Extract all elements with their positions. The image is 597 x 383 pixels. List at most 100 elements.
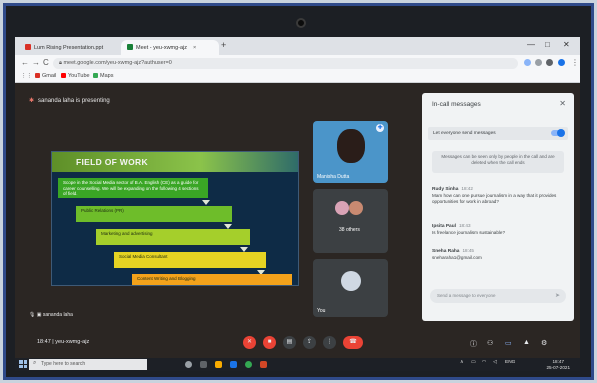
meet-favicon-icon: [127, 44, 133, 50]
edge-icon[interactable]: [230, 361, 237, 368]
message-time: 18:42: [461, 186, 473, 191]
new-tab-button[interactable]: +: [221, 40, 226, 50]
bookmark-gmail[interactable]: Gmail: [35, 73, 56, 79]
apps-icon[interactable]: ⋮⋮: [21, 73, 32, 79]
tab-label: Lum Rising Presentation.ppt: [34, 45, 104, 51]
bookmark-maps[interactable]: Maps: [93, 73, 113, 79]
people-icon[interactable]: ⚇: [487, 339, 493, 347]
participant-tile-pinned[interactable]: ✚ Manisha Dutta: [313, 121, 388, 183]
tab-meet[interactable]: Meet - yeu-xwmg-ajz ×: [121, 40, 219, 55]
volume-icon[interactable]: ◁: [493, 360, 497, 365]
mic-icon[interactable]: 🎙︎: [29, 312, 35, 318]
chrome-icon[interactable]: [245, 361, 252, 368]
avatar: [335, 201, 349, 215]
present-button[interactable]: ⇪: [303, 336, 316, 349]
panel-title: In-call messages: [432, 101, 481, 108]
slide-step: Public Relations (PR): [76, 206, 232, 222]
minimize-button[interactable]: —: [527, 40, 535, 49]
taskbar-search[interactable]: ⌕ Type here to search: [29, 359, 147, 370]
send-icon[interactable]: ➤: [555, 292, 560, 299]
tab-presentation[interactable]: Lum Rising Presentation.ppt: [19, 40, 121, 55]
file-explorer-icon[interactable]: [215, 361, 222, 368]
bookmark-label: YouTube: [68, 73, 90, 79]
participant-name: Manisha Dutta: [317, 174, 350, 180]
youtube-icon: [61, 73, 66, 78]
slide-step: Content Writing and Blogging: [132, 274, 292, 285]
maps-icon: [93, 73, 98, 78]
mic-off-button[interactable]: ✕: [243, 336, 256, 349]
chat-input[interactable]: Send a message to everyone ➤: [430, 289, 566, 303]
slides-favicon-icon: [25, 44, 31, 50]
back-button[interactable]: ←: [21, 58, 29, 67]
messages-toggle[interactable]: [551, 129, 565, 137]
menu-icon[interactable]: ⋮: [571, 58, 579, 67]
laptop-screen: Lum Rising Presentation.ppt Meet - yeu-x…: [15, 37, 580, 371]
slide-step: Social Media Consultant: [114, 252, 266, 268]
activities-icon[interactable]: ▲: [523, 339, 530, 346]
captions-button[interactable]: ▤: [283, 336, 296, 349]
search-placeholder: Type here to search: [41, 361, 86, 367]
chat-message: Ipsita Paul 18:43 Is freelance journalism…: [432, 223, 564, 236]
pin-icon[interactable]: ✚: [376, 124, 384, 132]
star-icon[interactable]: [535, 59, 542, 66]
slide-step: Scope in the Social Media sector of B.A.…: [58, 178, 208, 198]
close-window-button[interactable]: ✕: [563, 40, 570, 49]
cortana-icon[interactable]: [185, 361, 192, 368]
end-call-button[interactable]: ☎: [343, 336, 363, 349]
message-sender: Sneha Raha: [432, 249, 460, 254]
language-indicator[interactable]: ENG: [505, 360, 515, 365]
chat-icon[interactable]: ▭: [505, 339, 512, 347]
meeting-info: 18:47 | yeu-xwmg-ajz: [37, 339, 90, 345]
in-call-messages-panel: In-call messages ✕ Let everyone send mes…: [422, 93, 574, 321]
self-avatar: [341, 271, 361, 291]
info-icon[interactable]: ⓘ: [470, 339, 477, 349]
slide-title: FIELD OF WORK: [76, 157, 148, 167]
self-tile-label: You: [317, 308, 326, 314]
powerpoint-icon[interactable]: [260, 361, 267, 368]
message-text: Is freelance journalism sustainable?: [432, 230, 506, 235]
webcam: [296, 18, 306, 28]
participant-tile-self[interactable]: You: [313, 259, 388, 317]
chat-message: Sneha Raha 18:45 sneharaha1@gmail.com: [432, 248, 564, 261]
url-text: meet.google.com/yeu-xwmg-ajz?authuser=0: [63, 60, 172, 66]
meet-stage: ✱ sananda laha is presenting FIELD OF WOR…: [15, 83, 580, 371]
avatar: [349, 201, 363, 215]
search-icon: ⌕: [33, 360, 37, 366]
camera-off-button[interactable]: ■: [263, 336, 276, 349]
host-controls-icon[interactable]: ⚙: [541, 339, 547, 347]
bookmark-label: Maps: [100, 73, 114, 79]
maximize-button[interactable]: □: [545, 40, 550, 49]
task-view-icon[interactable]: [200, 361, 207, 368]
slide-step: Marketing and advertising: [96, 229, 250, 245]
close-icon[interactable]: ✕: [559, 99, 566, 108]
close-tab-icon[interactable]: ×: [193, 45, 196, 51]
others-count: 38 others: [339, 227, 360, 233]
clock-date: 25-07-2021: [546, 364, 571, 370]
message-time: 18:43: [459, 223, 471, 228]
message-sender: Rudy Sinha: [432, 187, 459, 192]
bookmark-label: Gmail: [42, 73, 57, 79]
presenting-text: sananda laha is presenting: [38, 98, 110, 104]
toggle-label: Let everyone send messages: [433, 131, 496, 136]
wifi-icon[interactable]: ◠: [482, 360, 486, 365]
system-clock[interactable]: 18:47 25-07-2021: [547, 359, 571, 370]
send-permission-row: Let everyone send messages: [428, 127, 568, 140]
puzzle-icon[interactable]: [546, 59, 553, 66]
address-bar[interactable]: 🔒︎ meet.google.com/yeu-xwmg-ajz?authuser…: [53, 58, 518, 69]
extension-icon[interactable]: [524, 59, 531, 66]
windows-start-icon[interactable]: [19, 360, 27, 368]
self-name: sananda laha: [42, 312, 73, 318]
tray-chevron-icon[interactable]: ∧: [460, 360, 464, 365]
forward-button[interactable]: →: [32, 58, 40, 67]
bookmark-youtube[interactable]: YouTube: [61, 73, 90, 79]
bookmarks-bar: ⋮⋮ Gmail YouTube Maps: [15, 71, 580, 83]
participant-tile-others[interactable]: 38 others: [313, 189, 388, 253]
profile-avatar[interactable]: [558, 59, 565, 66]
reload-button[interactable]: C: [43, 58, 49, 67]
message-sender: Ipsita Paul: [432, 224, 456, 229]
more-options-button[interactable]: ⋮: [323, 336, 336, 349]
browser-tabstrip: Lum Rising Presentation.ppt Meet - yeu-x…: [15, 37, 580, 55]
tab-label: Meet - yeu-xwmg-ajz: [136, 45, 188, 51]
message-text: Mam how can one pursue journalism in a w…: [432, 193, 557, 204]
battery-icon: ▭: [471, 360, 476, 365]
